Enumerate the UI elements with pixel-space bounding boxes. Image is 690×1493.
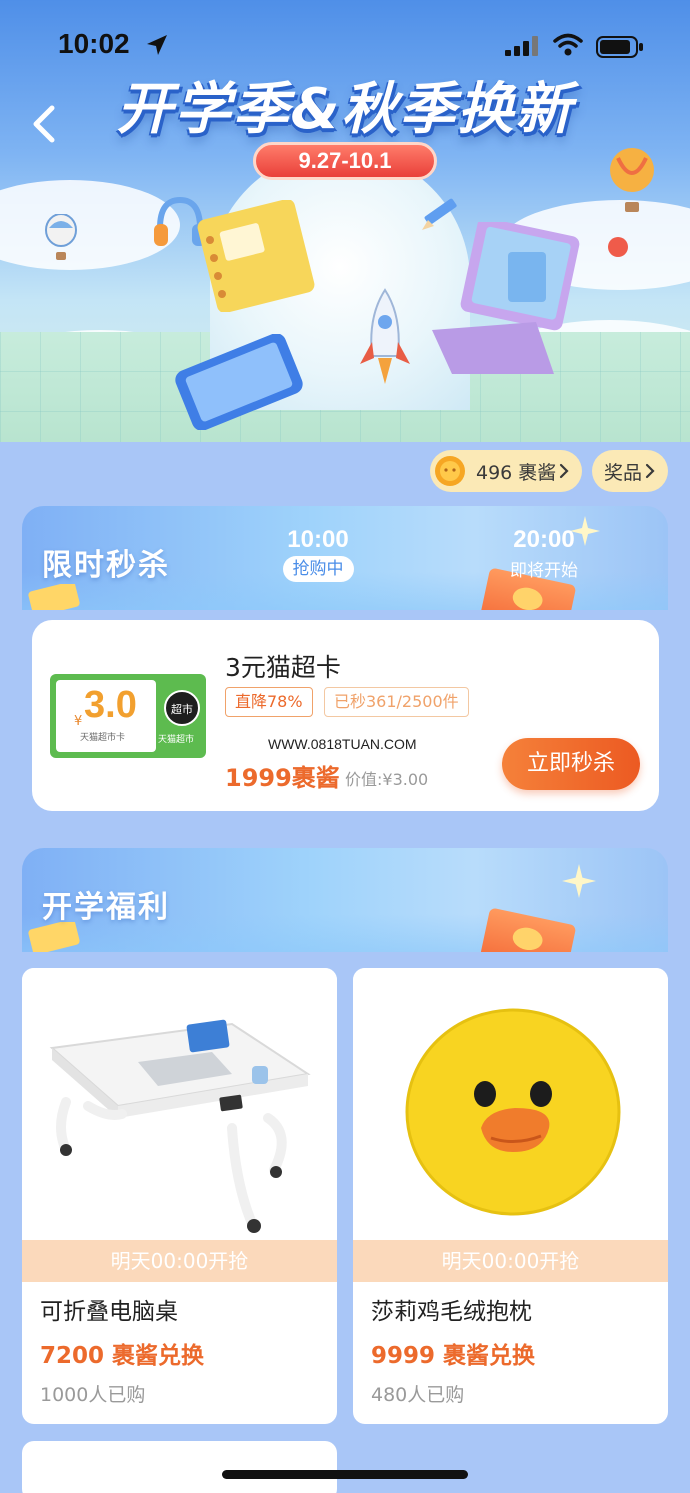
discount-tag: 直降78% (225, 687, 313, 717)
voucher-brand: 天猫超市 (158, 735, 195, 745)
home-indicator[interactable] (222, 1470, 468, 1479)
time-slot-upcoming[interactable]: 20:00 即将开始 (484, 526, 604, 581)
flash-sale-title: 限时秒杀 (42, 548, 170, 583)
product-sold-count: 1000人已购 (40, 1384, 146, 1406)
slot-status: 即将开始 (510, 561, 578, 581)
product-card-partial[interactable] (22, 1441, 337, 1493)
sale-start-bar: 明天00:00开抢 (22, 1240, 337, 1282)
voucher-logo: 超市 (164, 690, 200, 726)
coin-icon (435, 456, 465, 486)
voucher-caption: 天猫超市卡 (80, 733, 126, 743)
product-name: 可折叠电脑桌 (40, 1299, 178, 1325)
product-card[interactable]: 明天00:00开抢 可折叠电脑桌 7200 裹酱兑换 1000人已购 (22, 968, 337, 1424)
laptop-desk-image (22, 968, 337, 1240)
notebook-icon (197, 200, 315, 312)
sale-item-name: 3元猫超卡 (225, 653, 341, 682)
sale-start-bar: 明天00:00开抢 (353, 1240, 668, 1282)
product-price: 9999 裹酱兑换 (371, 1343, 536, 1369)
prizes-button[interactable]: 奖品 (592, 450, 668, 492)
wifi-icon (553, 33, 583, 56)
points-balance-button[interactable]: 496 裹酱 (430, 450, 582, 492)
voucher-currency: ¥ (74, 714, 83, 729)
flash-sale-header: 限时秒杀 10:00 抢购中 20:00 即将开始 (22, 506, 668, 610)
smartphone-icon (175, 334, 303, 430)
voucher-image: ¥ 3.0 天猫超市卡 超市 天猫超市 (50, 674, 206, 758)
prizes-label: 奖品 (603, 461, 642, 484)
product-sold-count: 480人已购 (371, 1384, 465, 1406)
banner-title: 开学季&秋季换新 (116, 77, 574, 142)
flash-sale-card[interactable]: ¥ 3.0 天猫超市卡 超市 天猫超市 3元猫超卡 直降78% 已秒361/25… (32, 620, 659, 811)
watermark-text: WWW.0818TUAN.COM (268, 736, 417, 752)
chevron-right-icon (645, 463, 655, 479)
sparkle-icon (562, 864, 596, 898)
date-range-badge: 9.27-10.1 (253, 142, 437, 180)
chevron-right-icon (560, 463, 569, 479)
buy-now-button[interactable]: 立即秒杀 (502, 738, 640, 790)
ticket-decoration (28, 584, 80, 610)
slot-status-badge: 抢购中 (282, 556, 354, 582)
welfare-title: 开学福利 (42, 890, 170, 925)
slot-time: 20:00 (513, 526, 575, 553)
rocket-icon (360, 288, 410, 384)
sale-original-value: 价值:¥3.00 (345, 770, 429, 789)
hot-air-balloon-icon (45, 214, 77, 260)
welfare-header: 开学福利 (22, 848, 668, 952)
points-balance-label: 496 裹酱 (476, 461, 557, 484)
sold-count-tag: 已秒361/2500件 (324, 687, 469, 717)
product-card[interactable]: 明天00:00开抢 莎莉鸡毛绒抱枕 9999 裹酱兑换 480人已购 (353, 968, 668, 1424)
voucher-amount: 3.0 (84, 684, 137, 726)
status-time: 10:02 (58, 28, 130, 59)
hero-banner: 10:02 开学季&秋季换新 9.27-10.1 (0, 0, 690, 442)
time-slot-active[interactable]: 10:00 抢购中 (258, 526, 378, 582)
battery-icon (596, 36, 643, 58)
slot-time: 10:00 (287, 526, 349, 553)
laptop-icon (432, 222, 580, 374)
ticket-decoration (28, 922, 80, 952)
apple-icon (608, 237, 628, 257)
signal-icon (505, 36, 538, 56)
product-name: 莎莉鸡毛绒抱枕 (371, 1299, 532, 1325)
hot-air-balloon-icon (610, 148, 654, 212)
sale-price: 1999裹酱 (225, 764, 340, 792)
product-price: 7200 裹酱兑换 (40, 1343, 205, 1369)
sally-chick-pillow-image (353, 968, 668, 1240)
location-arrow-icon (147, 35, 167, 55)
